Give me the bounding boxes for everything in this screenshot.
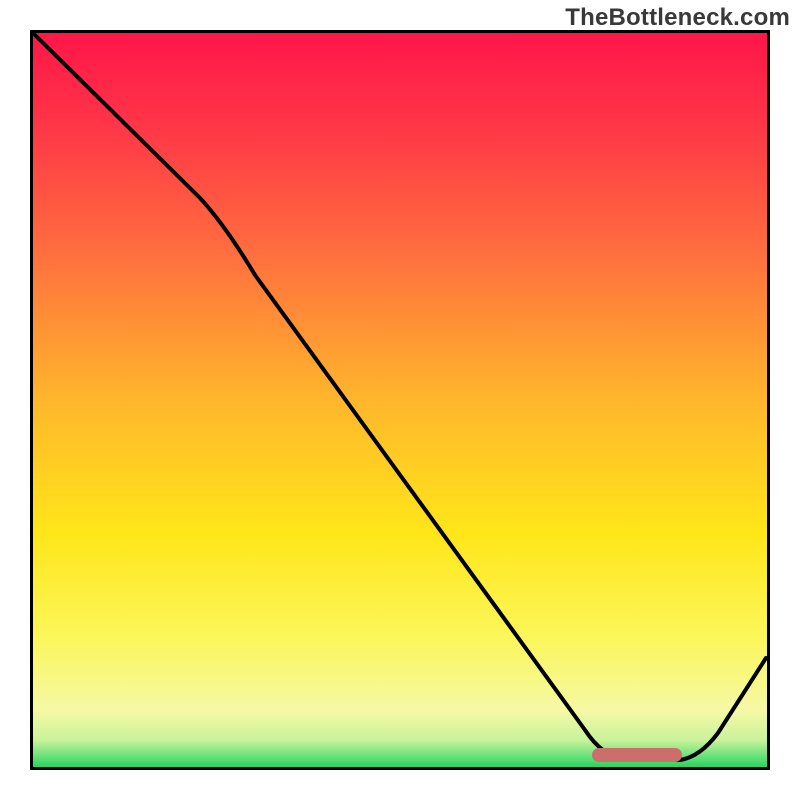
plot-area: [30, 30, 770, 770]
optimal-marker: [592, 748, 682, 762]
chart-svg: [30, 30, 770, 770]
chart-container: TheBottleneck.com: [0, 0, 800, 800]
watermark-text: TheBottleneck.com: [565, 4, 790, 32]
